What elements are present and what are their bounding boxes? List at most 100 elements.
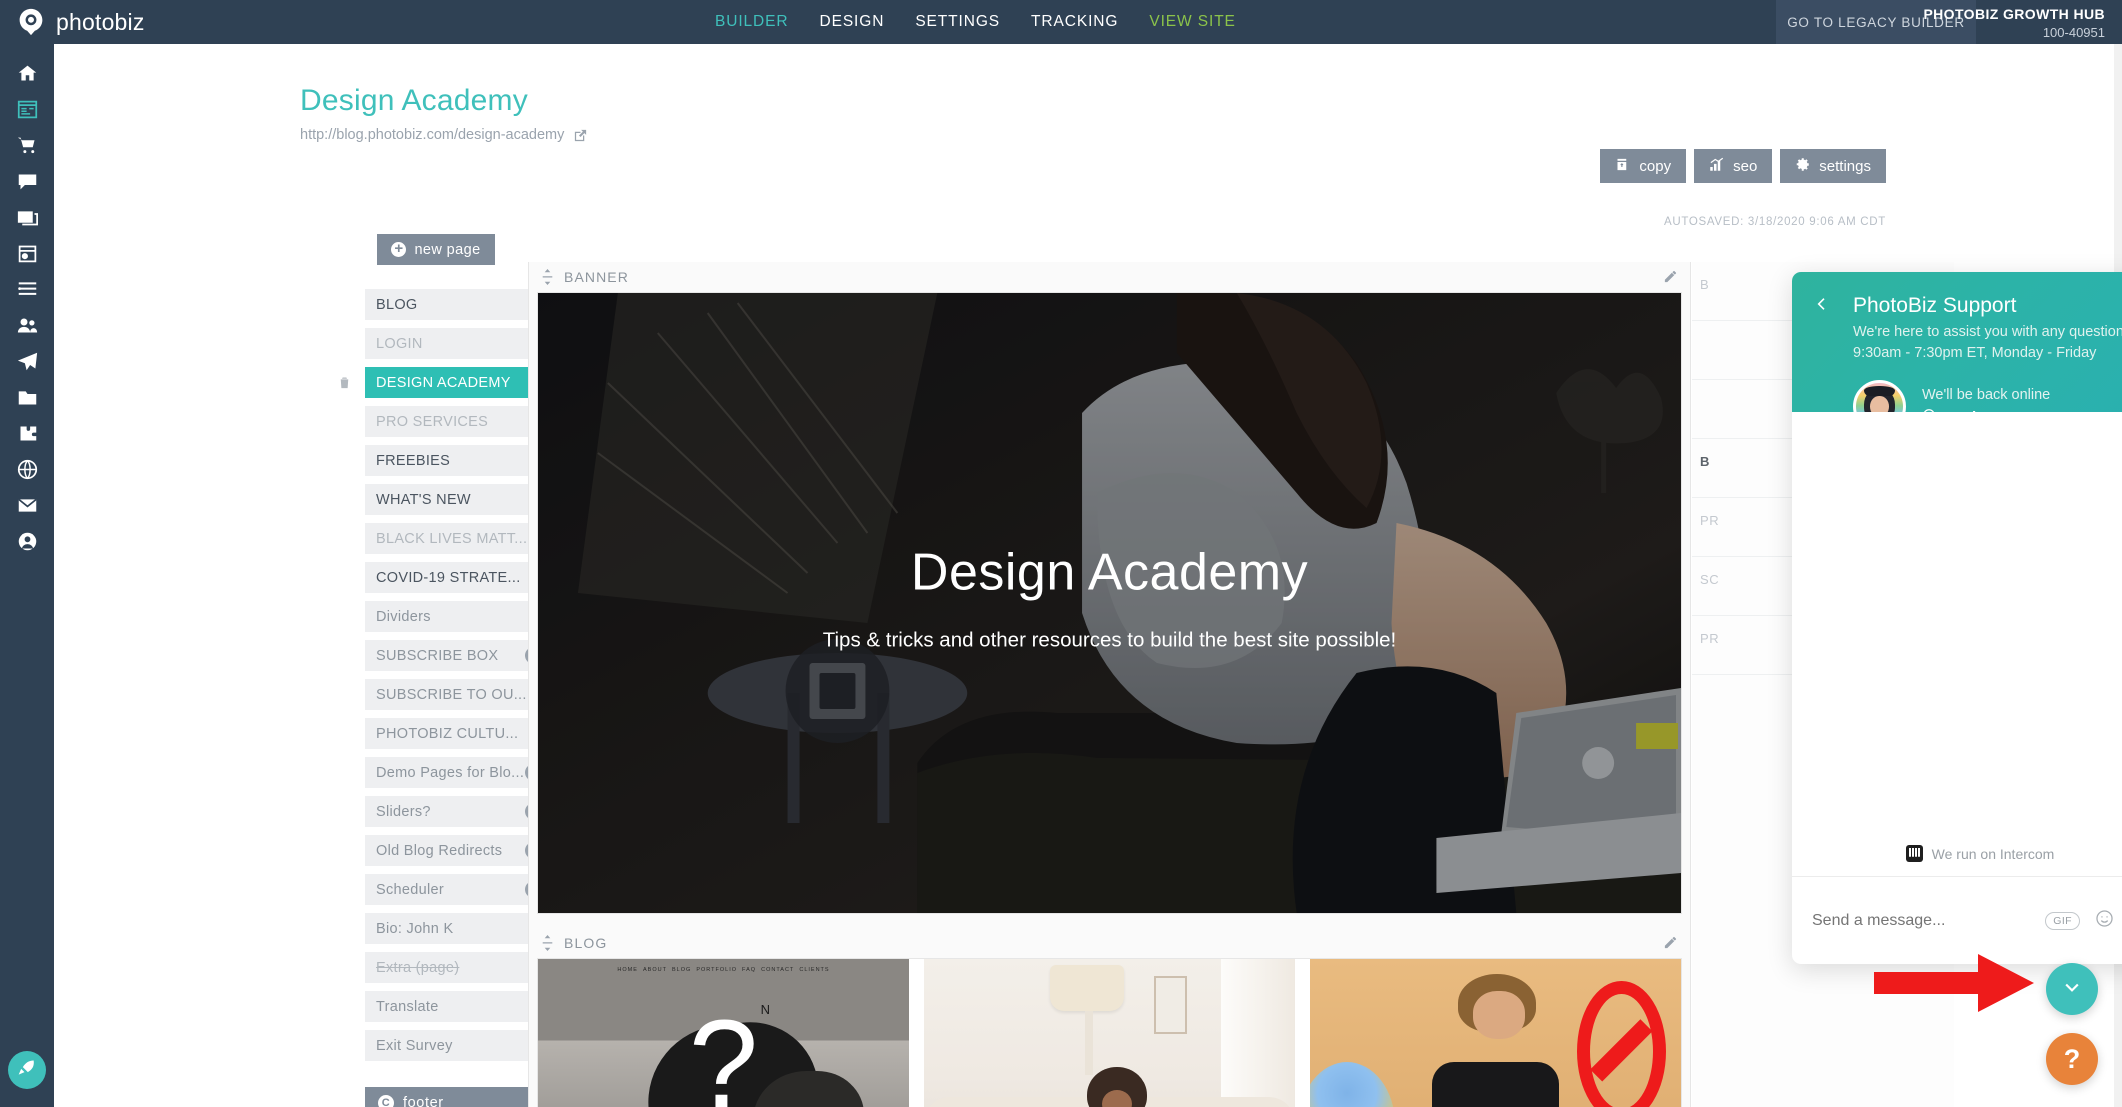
autosaved-status: AUTOSAVED: 3/18/2020 9:06 AM CDT	[1664, 216, 1886, 228]
page-list-item-label: COVID-19 STRATE...	[376, 570, 542, 586]
trash-icon[interactable]	[337, 374, 352, 396]
rail-item-forms[interactable]	[0, 274, 54, 310]
page-list-item-label: FREEBIES	[376, 453, 542, 469]
page-list-item-scheduler[interactable]: Scheduler	[365, 874, 553, 905]
page-list-item-login[interactable]: LOGIN	[365, 328, 553, 359]
rail-item-scheduler[interactable]	[0, 238, 54, 274]
rail-item-website-builder[interactable]	[0, 94, 54, 130]
rail-item-messages[interactable]	[0, 166, 54, 202]
thumb-letter: N	[761, 1002, 770, 1017]
page-list-item-label: Bio: John K	[376, 921, 542, 937]
rail-item-store[interactable]	[0, 130, 54, 166]
nav-settings[interactable]: SETTINGS	[915, 13, 1000, 31]
page-list-item-covid-19-strate[interactable]: COVID-19 STRATE...	[365, 562, 553, 593]
page-list-item-blog[interactable]: BLOG	[365, 289, 553, 320]
chevron-down-icon	[2062, 977, 2082, 1002]
page-list-item-label: PRO SERVICES	[376, 414, 542, 430]
page-header: Design Academy http://blog.photobiz.com/…	[300, 84, 588, 143]
settings-button[interactable]: settings	[1780, 149, 1886, 183]
page-list-item-what-s-new[interactable]: WHAT'S NEW	[365, 484, 553, 515]
page-list-item-subscribe-box[interactable]: SUBSCRIBE BOX	[365, 640, 553, 671]
page-list-item-pro-services[interactable]: PRO SERVICES	[365, 406, 553, 437]
thumb-nav-text: HOME ABOUT BLOG PORTFOLIO FAQ CONTACT CL…	[538, 967, 909, 973]
seo-button[interactable]: seo	[1694, 149, 1772, 183]
page-list-item-label: PHOTOBIZ CULTU...	[376, 726, 542, 742]
question-mark-thumbnail[interactable]: HOME ABOUT BLOG PORTFOLIO FAQ CONTACT CL…	[538, 959, 909, 1107]
page-list-item-photobiz-cultu[interactable]: PHOTOBIZ CULTU...	[365, 718, 553, 749]
chat-status-text: We'll be back online	[1922, 387, 2050, 403]
hero-subtitle: Tips & tricks and other resources to bui…	[538, 629, 1681, 653]
page-list-item-extra-page[interactable]: Extra (page)	[365, 952, 553, 983]
page-list-item-freebies[interactable]: FREEBIES	[365, 445, 553, 476]
home-icon	[17, 63, 38, 89]
footer-button[interactable]: Cfooter	[365, 1087, 553, 1107]
page-list-item-exit-survey[interactable]: Exit Survey	[365, 1030, 553, 1061]
page-list-item-label: Exit Survey	[376, 1038, 542, 1054]
nav-view-site[interactable]: VIEW SITE	[1149, 13, 1235, 31]
page-list-item-label: Scheduler	[376, 882, 525, 898]
page-title: Design Academy	[300, 84, 588, 118]
rp-label: B	[1700, 454, 1710, 469]
brand-logo-area[interactable]: photobiz	[17, 8, 145, 36]
chat-header: PhotoBiz Support We're here to assist yo…	[1792, 272, 2122, 412]
emoji-smiley-icon[interactable]	[2095, 909, 2114, 933]
rail-item-files[interactable]	[0, 382, 54, 418]
page-list-item-sliders[interactable]: Sliders?	[365, 796, 553, 827]
page-list-item-bio-john-k[interactable]: Bio: John K	[365, 913, 553, 944]
banner-section[interactable]: Design Academy Tips & tricks and other r…	[537, 292, 1682, 914]
move-section-icon[interactable]	[541, 269, 554, 285]
chat-collapse-button[interactable]	[2046, 963, 2098, 1015]
nav-design[interactable]: DESIGN	[819, 13, 884, 31]
plus-icon: +	[391, 242, 406, 257]
blog-section[interactable]: HOME ABOUT BLOG PORTFOLIO FAQ CONTACT CL…	[537, 958, 1682, 1107]
copy-button[interactable]: copy	[1600, 149, 1686, 183]
contacts-users-icon	[17, 315, 38, 341]
rail-item-domains[interactable]	[0, 454, 54, 490]
rail-item-mail[interactable]	[0, 490, 54, 526]
page-list-item-demo-pages-for-blo[interactable]: Demo Pages for Blo...	[365, 757, 553, 788]
rail-item-integrations[interactable]	[0, 418, 54, 454]
nav-tracking[interactable]: TRACKING	[1031, 13, 1118, 31]
page-list-item-design-academy[interactable]: DESIGN ACADEMY	[365, 367, 553, 398]
chat-message-area: We run on Intercom	[1792, 412, 2122, 876]
page-list-item-dividers[interactable]: Dividers	[365, 601, 553, 632]
page-url-row: http://blog.photobiz.com/design-academy	[300, 127, 588, 143]
page-list-item-subscribe-to-ou[interactable]: SUBSCRIBE TO OU...	[365, 679, 553, 710]
globe-icon	[17, 459, 38, 485]
rail-item-home[interactable]	[0, 58, 54, 94]
gif-icon[interactable]: GIF	[2045, 912, 2080, 930]
website-builder-icon	[17, 99, 38, 125]
account-number: 100-40951	[1923, 24, 2105, 42]
woman-laptop-thumbnail[interactable]	[924, 959, 1295, 1107]
new-page-label: new page	[414, 242, 480, 258]
chart-bar-icon	[1709, 157, 1724, 176]
copyright-icon: C	[378, 1095, 394, 1107]
help-button[interactable]: ?	[2046, 1033, 2098, 1085]
rail-item-email-marketing[interactable]	[0, 346, 54, 382]
picture-frame	[1154, 976, 1187, 1034]
settings-label: settings	[1819, 158, 1871, 175]
rail-item-galleries[interactable]	[0, 202, 54, 238]
rail-item-account[interactable]	[0, 526, 54, 562]
page-list-item-label: SUBSCRIBE TO OU...	[376, 687, 542, 703]
intercom-chat-widget: PhotoBiz Support We're here to assist yo…	[1792, 272, 2122, 964]
rail-item-contacts[interactable]	[0, 310, 54, 346]
edit-blog-section-icon[interactable]	[1663, 935, 1678, 955]
page-list-item-translate[interactable]: Translate	[365, 991, 553, 1022]
new-page-button[interactable]: + new page	[377, 234, 495, 265]
rail-item-launch-rocket[interactable]	[8, 1051, 46, 1089]
intercom-branding[interactable]: We run on Intercom	[1792, 845, 2122, 862]
nav-builder[interactable]: BUILDER	[715, 13, 788, 31]
chat-message-input[interactable]	[1812, 912, 2045, 930]
page-list-item-label: Dividers	[376, 609, 542, 625]
page-list-item-black-lives-matt[interactable]: BLACK LIVES MATT...	[365, 523, 553, 554]
curtain	[1221, 959, 1295, 1107]
move-section-icon[interactable]	[541, 935, 554, 951]
edit-banner-section-icon[interactable]	[1663, 269, 1678, 289]
rp-label: SC	[1700, 572, 1719, 587]
man-emoji-thumbnail[interactable]	[1310, 959, 1681, 1107]
chevron-left-icon[interactable]	[1814, 296, 1830, 317]
external-link-icon[interactable]	[573, 128, 588, 143]
page-list-item-old-blog-redirects[interactable]: Old Blog Redirects	[365, 835, 553, 866]
page-list-item-label: Extra (page)	[376, 960, 542, 976]
